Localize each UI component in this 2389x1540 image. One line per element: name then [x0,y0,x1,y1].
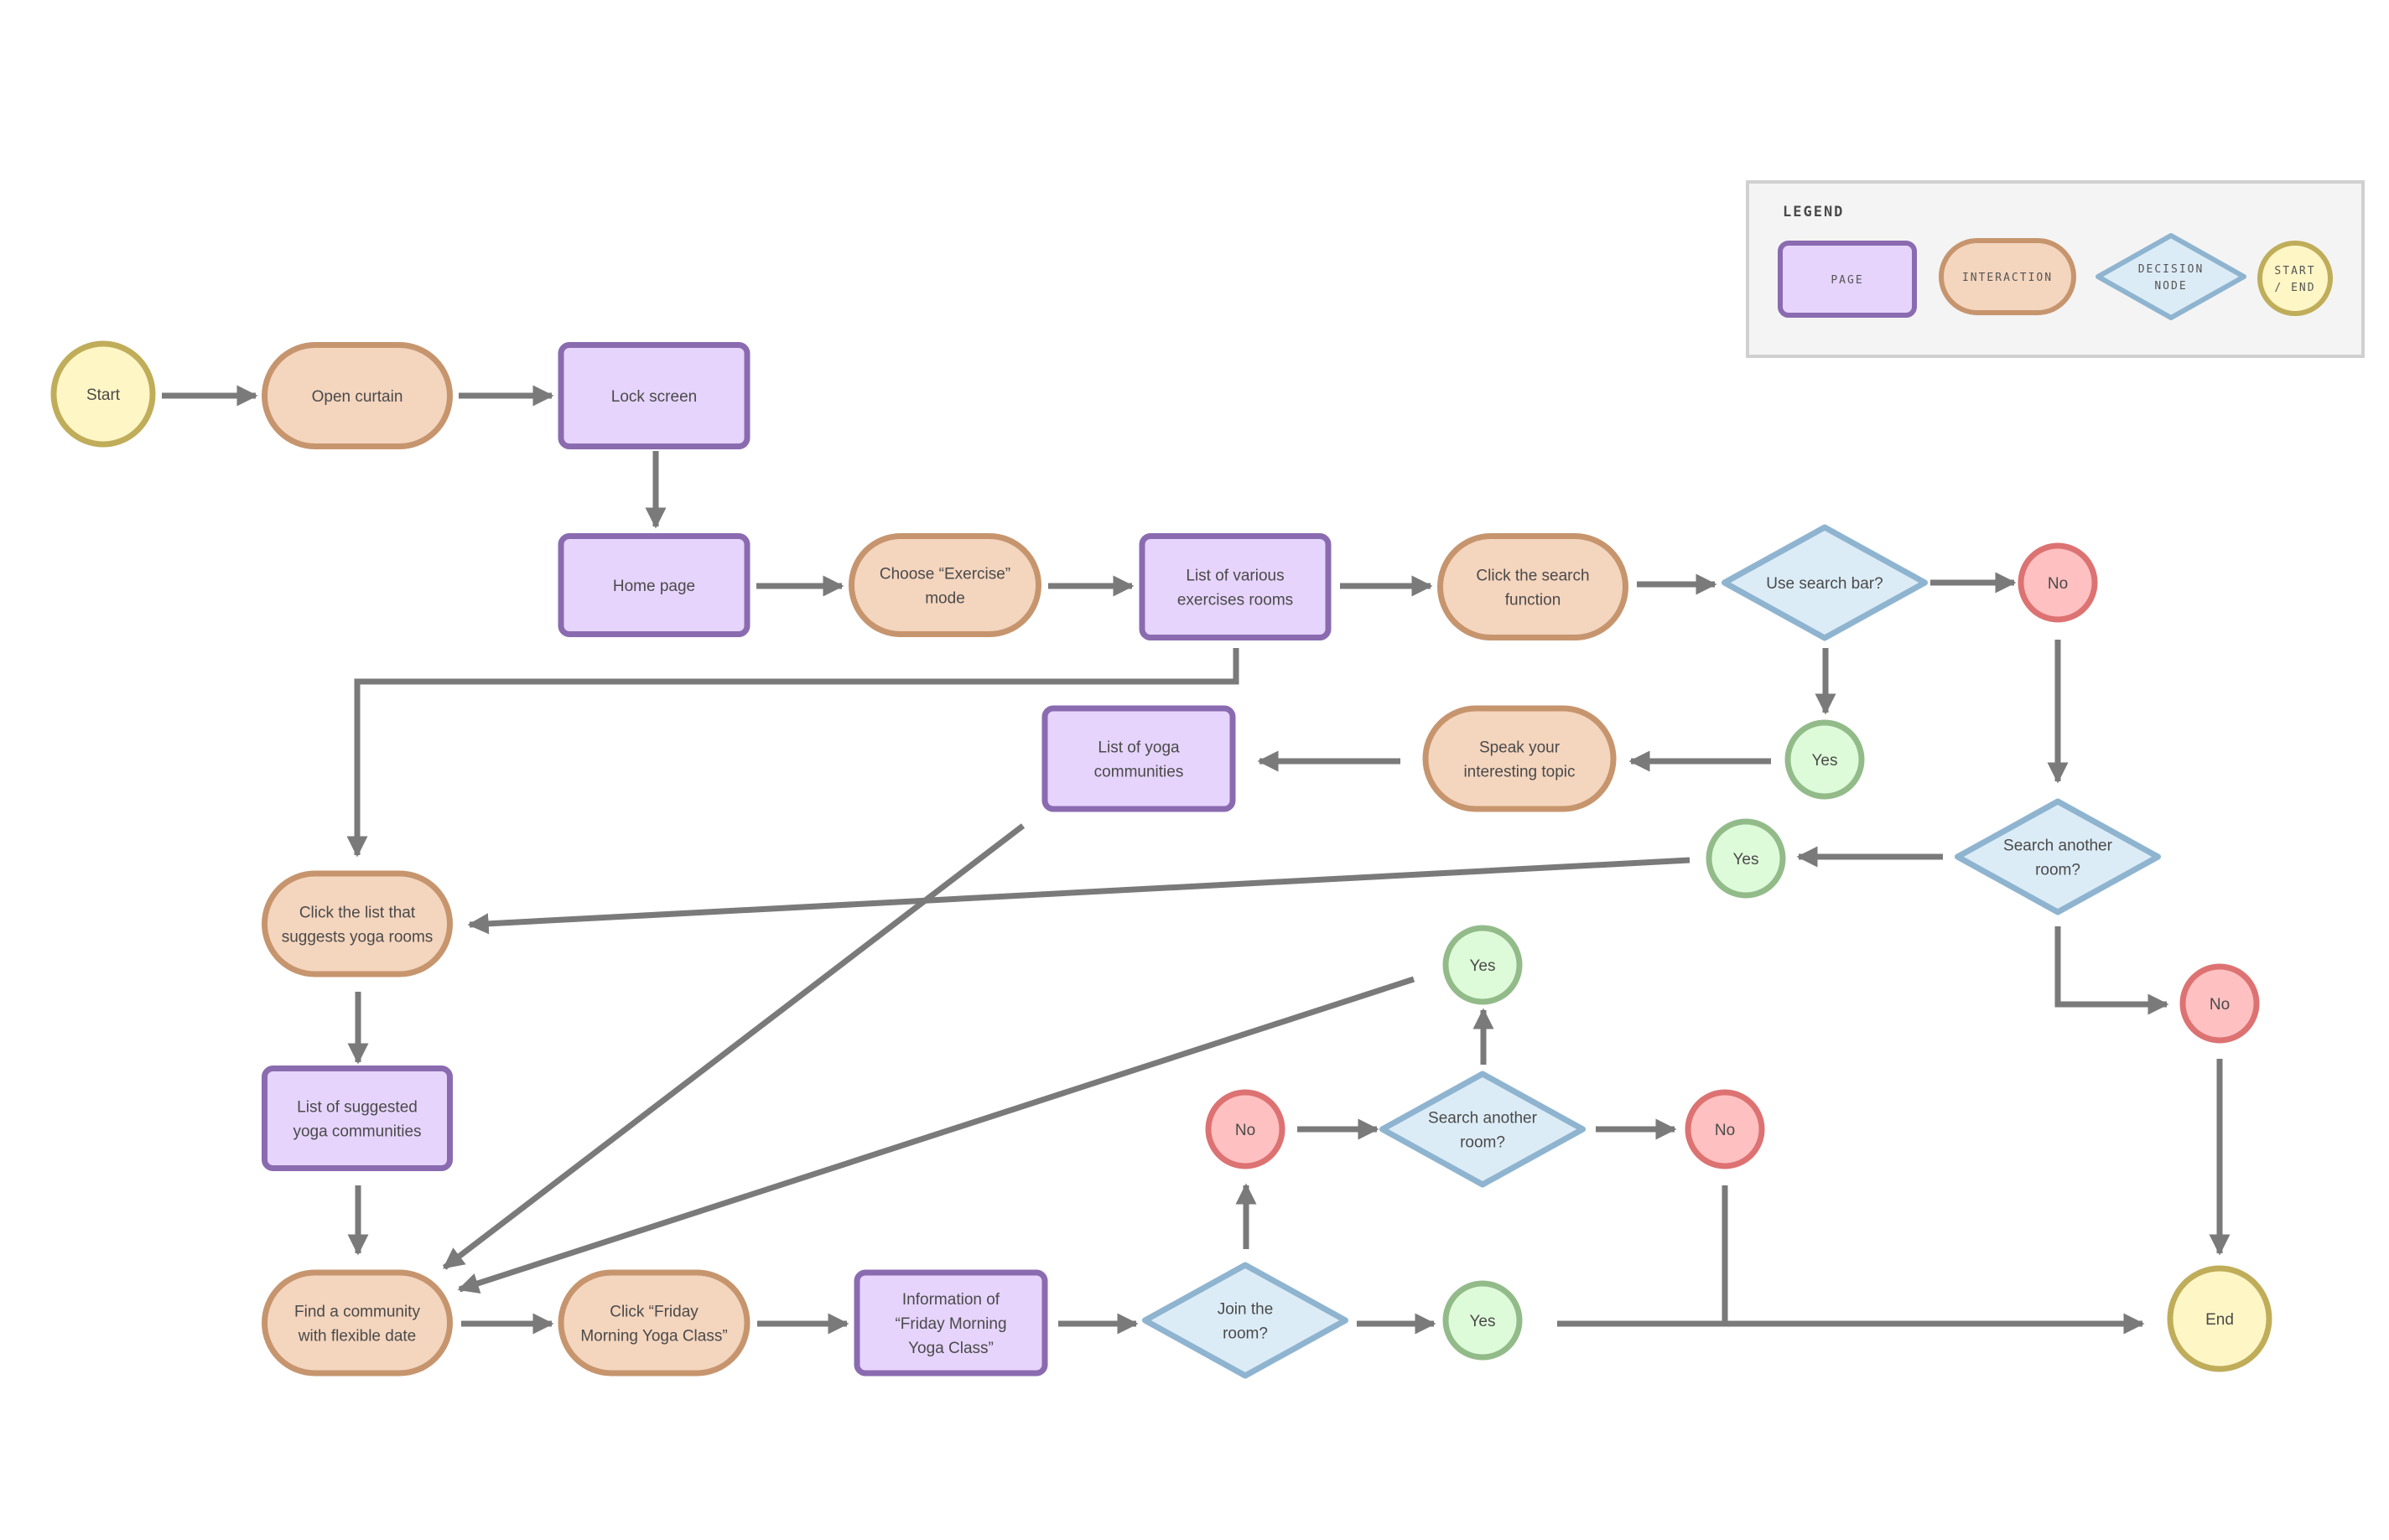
node-list-suggested: List of suggested yoga communities [262,1066,453,1171]
node-label: exercises rooms [1177,592,1293,609]
node-click-search: Click the search function [1437,533,1628,640]
edge-yes-2-to-click-yoga-list [467,857,1690,935]
legend-item-terminal: START / END [2257,241,2333,316]
interaction-shape [1422,705,1617,812]
node-start: Start [50,340,156,448]
node-no-1: No [2018,542,2098,623]
node-label: Click the list that [299,905,416,922]
interaction-shape [1437,533,1628,640]
node-label: End [2205,1311,2234,1329]
decision-shape [1142,1262,1348,1379]
node-label: Join the [1218,1301,1274,1319]
node-label: Yoga Class” [908,1340,994,1357]
node-label: function [1505,592,1561,609]
legend-label: DECISION [2138,263,2205,276]
node-label: mode [925,590,965,608]
node-no-4: No [1685,1089,1765,1169]
flowchart: Start Open curtain Lock screen Home page Cho… [50,180,2365,1379]
node-label: List of yoga [1098,739,1180,757]
node-open-curtain: Open curtain [262,342,453,449]
node-label: Start [86,386,121,404]
node-label: Use search bar? [1766,575,1883,593]
node-label: “Friday Morning [895,1315,1006,1333]
node-label: with flexible date [298,1328,416,1346]
legend-label: NODE [2154,280,2187,293]
page-shape [1041,705,1236,812]
node-label: Lock screen [611,388,697,406]
node-label: Morning Yoga Class” [580,1328,727,1346]
node-label: Yes [1812,752,1838,770]
node-label: suggests yoga rooms [282,929,434,946]
node-label: Click “Friday [610,1304,699,1321]
edge-search-another-1-to-no-2 [2054,926,2169,1015]
node-yes-4: Yes [1442,925,1523,1005]
node-label: Choose “Exercise” [880,566,1010,583]
node-label: No [1235,1122,1255,1139]
node-no-2: No [2179,963,2260,1044]
node-search-another-2: Search another room? [1379,1071,1586,1188]
node-label: List of suggested [297,1099,418,1117]
page-shape [262,1066,453,1171]
interaction-shape [262,1269,453,1377]
interaction-shape [262,870,453,977]
node-label: Information of [902,1291,1000,1309]
node-label: yoga communities [293,1123,421,1141]
node-list-exercise-rooms: List of various exercises rooms [1139,533,1332,640]
node-list-yoga-communities: List of yoga communities [1041,705,1236,812]
legend-label: START [2274,265,2315,277]
node-speak-topic: Speak your interesting topic [1422,705,1617,812]
legend: LEGEND PAGE INTERACTION DECISION NODE START / … [1746,180,2365,358]
interaction-shape [558,1269,750,1377]
node-find-community: Find a community with flexible date [262,1269,453,1377]
node-label: Find a community [294,1304,420,1321]
node-label: Search another [1428,1110,1538,1128]
node-label: Speak your [1479,739,1561,757]
node-no-3: No [1205,1089,1285,1169]
node-join-room: Join the room? [1142,1262,1348,1379]
node-use-search-bar: Use search bar? [1722,524,1928,641]
terminal-circle [2257,241,2333,316]
node-end: End [2167,1265,2272,1372]
node-lock-screen: Lock screen [558,342,750,449]
node-label: No [2048,575,2068,593]
node-label: List of various [1186,568,1284,585]
node-label: Click the search [1476,568,1589,585]
node-info-friday: Information of “Friday Morning Yoga Class” [854,1269,1048,1377]
node-label: Home page [613,578,695,595]
page-shape [1139,533,1332,640]
node-label: Yes [1470,957,1496,975]
node-choose-exercise: Choose “Exercise” mode [849,533,1041,637]
legend-label: PAGE [1831,274,1863,287]
node-label: Yes [1470,1313,1496,1330]
node-home-page: Home page [558,533,750,637]
node-label: Search another [2003,837,2113,855]
node-label: room? [1460,1134,1505,1152]
node-label: interesting topic [1463,764,1575,781]
node-label: room? [1223,1325,1268,1343]
decision-shape [1955,798,2161,915]
decision-shape [1379,1071,1586,1188]
legend-item-interaction: INTERACTION [1939,238,2076,315]
node-click-friday: Click “Friday Morning Yoga Class” [558,1269,750,1377]
node-label: room? [2035,862,2080,879]
node-label: No [2210,996,2230,1014]
node-search-another-1: Search another room? [1955,798,2161,915]
node-yes-2: Yes [1706,818,1786,899]
node-label: Open curtain [312,388,403,406]
interaction-shape [849,533,1041,637]
node-click-yoga-list: Click the list that suggests yoga rooms [262,870,453,977]
legend-label: INTERACTION [1962,272,2053,284]
node-yes-1: Yes [1784,719,1865,800]
node-label: No [1715,1122,1735,1139]
node-yes-3: Yes [1442,1280,1523,1361]
legend-item-page: PAGE [1778,241,1917,318]
node-label: Yes [1733,851,1759,869]
node-label: communities [1094,764,1184,781]
legend-label: / END [2274,282,2315,294]
legend-title: LEGEND [1783,204,1844,220]
